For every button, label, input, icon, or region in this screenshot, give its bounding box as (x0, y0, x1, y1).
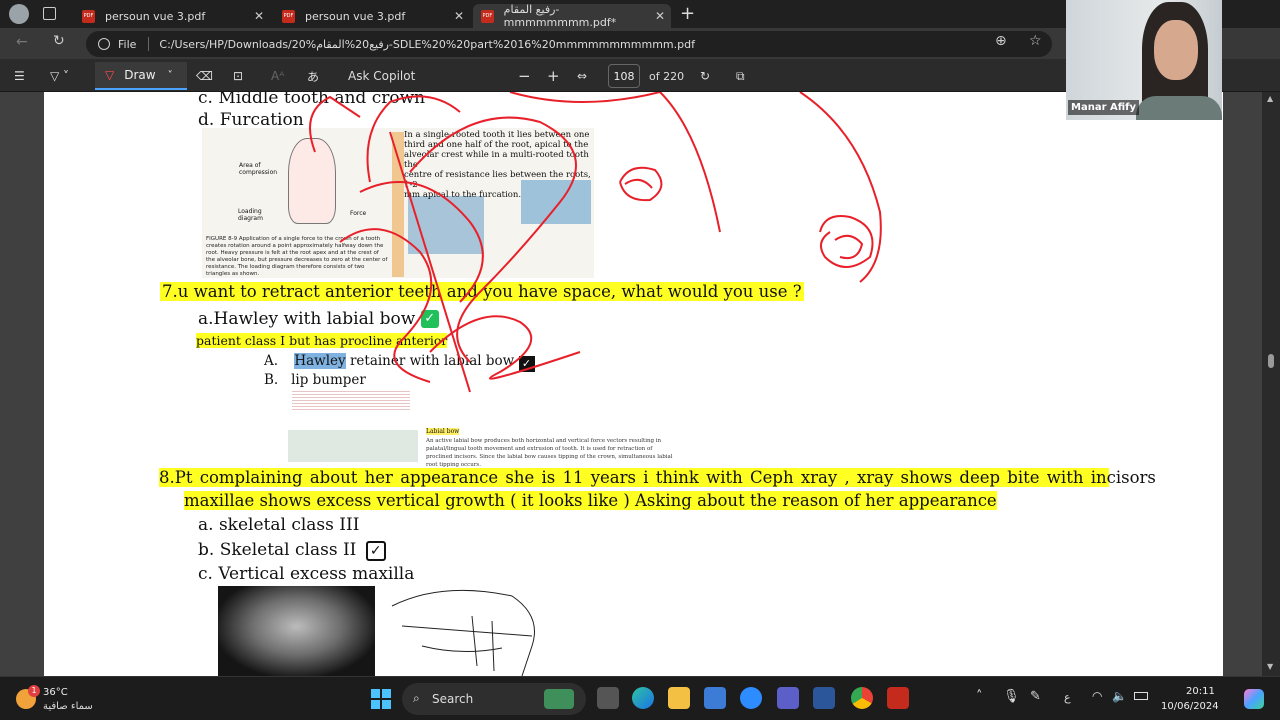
person-shirt (1136, 96, 1222, 120)
page-count: of 220 (649, 69, 685, 83)
close-icon[interactable]: ✕ (454, 9, 464, 23)
clock-date[interactable]: 10/06/2024 (1161, 701, 1219, 712)
pdf-icon: PDF (481, 9, 494, 23)
word-icon[interactable] (813, 687, 835, 709)
wifi-icon[interactable]: ◠ (1092, 689, 1102, 703)
clock-time[interactable]: 20:11 (1186, 686, 1215, 697)
tab-2[interactable]: PDF persoun vue 3.pdf ✕ (274, 4, 470, 28)
pen-icon: ▽ (105, 68, 115, 82)
back-icon[interactable]: ← (16, 34, 28, 50)
tab-actions-icon[interactable] (43, 7, 56, 20)
url-box[interactable]: File C:/Users/HP/Downloads/20%رفيع20%الم… (86, 31, 1052, 57)
tab-title: رفيع المقام- mmmmmmmm.pdf* (503, 3, 617, 29)
close-icon[interactable]: ✕ (655, 9, 665, 23)
text-box-icon[interactable]: ⊡ (233, 65, 243, 87)
taskbar-search[interactable]: ⌕ Search (402, 683, 586, 715)
taskbar: 1 36°C سماء صافية ⌕ Search ˄ 🎙 ✎ ع ◠ 🔈 2… (0, 676, 1280, 720)
zoom-out-button[interactable]: − (518, 65, 531, 87)
pdf-icon: PDF (282, 9, 295, 23)
battery-icon[interactable] (1134, 692, 1148, 700)
close-icon[interactable]: ✕ (254, 9, 264, 23)
pdf-icon: PDF (82, 9, 95, 23)
webcam-overlay: Manar Afify (1066, 0, 1222, 120)
weather-temp[interactable]: 36°C (43, 687, 68, 698)
teams-icon[interactable] (777, 687, 799, 709)
weather-desc: سماء صافية (43, 701, 93, 712)
acrobat-icon[interactable] (887, 687, 909, 709)
person-face (1154, 20, 1198, 80)
fit-width-icon[interactable]: ⇔ (577, 65, 587, 87)
draw-button[interactable]: ▽ Draw ˅ (95, 62, 187, 90)
tab-1[interactable]: PDF persoun vue 3.pdf ✕ (74, 4, 270, 28)
volume-icon[interactable]: 🔈 (1112, 689, 1127, 703)
zoom-app-icon[interactable] (740, 687, 762, 709)
chevron-down-icon: ˅ (167, 69, 173, 81)
scrollbar[interactable]: ▲ ▼ (1262, 92, 1280, 676)
page-view-icon[interactable]: ⧉ (736, 65, 745, 87)
tab-title: persoun vue 3.pdf (105, 9, 206, 23)
url-scheme-label: File (118, 37, 137, 51)
zoom-in-button[interactable]: + (547, 65, 560, 87)
scroll-up-icon[interactable]: ▲ (1267, 94, 1273, 103)
page-number-input[interactable]: 108 (608, 64, 640, 88)
task-view-icon[interactable] (597, 687, 619, 709)
refresh-icon[interactable]: ↻ (53, 33, 65, 49)
zoom-icon[interactable]: ⊕ (995, 33, 1007, 49)
search-icon: ⌕ (413, 691, 420, 705)
chrome-icon[interactable] (851, 687, 873, 709)
windows-start-icon[interactable] (371, 689, 391, 709)
search-highlight-icon (544, 689, 574, 709)
favorite-star-icon[interactable]: ☆ (1029, 33, 1042, 49)
highlight-icon[interactable]: ▽ ˅ (50, 65, 69, 87)
new-tab-button[interactable]: + (680, 3, 695, 24)
microphone-icon[interactable]: 🎙 (1003, 689, 1020, 704)
translate-icon[interactable]: あ (307, 65, 319, 87)
file-explorer-icon[interactable] (668, 687, 690, 709)
scroll-thumb[interactable] (1268, 354, 1274, 368)
language-indicator[interactable]: ع (1064, 691, 1071, 704)
screen: PDF persoun vue 3.pdf ✕ PDF persoun vue … (0, 0, 1280, 720)
profile-avatar[interactable] (9, 4, 29, 24)
pdf-viewer[interactable]: c. Middle tooth and crown d. Furcation A… (0, 92, 1280, 676)
weather-badge: 1 (28, 685, 40, 697)
rotate-icon[interactable]: ↻ (700, 65, 710, 87)
read-aloud-icon[interactable]: Aᴬ (271, 65, 284, 87)
eraser-icon[interactable]: ⌫ (196, 65, 213, 87)
tray-chevron-icon[interactable]: ˄ (976, 689, 983, 704)
tab-title: persoun vue 3.pdf (305, 9, 406, 23)
edge-icon[interactable] (632, 687, 654, 709)
url-divider (148, 37, 150, 51)
url-text: C:/Users/HP/Downloads/20%رفيع20%المقام-S… (159, 37, 695, 51)
scroll-down-icon[interactable]: ▼ (1267, 662, 1273, 671)
ink-annotations (309, 92, 882, 393)
store-icon[interactable] (704, 687, 726, 709)
search-label: Search (432, 692, 474, 706)
contents-icon[interactable]: ☰ (14, 65, 25, 87)
copilot-icon[interactable] (1244, 689, 1264, 709)
pen-tray-icon[interactable]: ✎ (1030, 689, 1041, 704)
info-icon (98, 38, 110, 50)
ask-copilot-button[interactable]: Ask Copilot (348, 65, 415, 87)
tab-3[interactable]: PDF رفيع المقام- mmmmmmmm.pdf* ✕ (473, 3, 671, 29)
draw-label: Draw (124, 68, 156, 82)
participant-name: Manar Afify (1068, 100, 1139, 115)
